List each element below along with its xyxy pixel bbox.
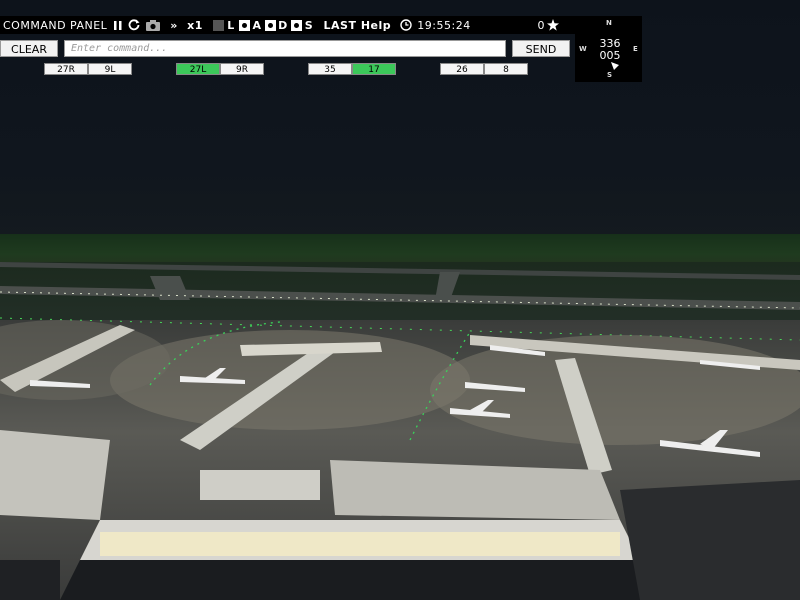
compass-widget[interactable]: N W E S 336 005 (575, 16, 642, 82)
speed-multiplier[interactable]: x1 (185, 16, 205, 34)
star-icon (545, 16, 561, 34)
layer-box-icon[interactable] (211, 16, 225, 34)
runway-8[interactable]: 8 (484, 63, 528, 75)
camera-icon[interactable] (143, 16, 163, 34)
fast-forward-icon[interactable]: » (163, 16, 185, 34)
compass-heading: 336 005 (595, 38, 625, 62)
runway-9r[interactable]: 9R (220, 63, 264, 75)
compass-east: E (633, 45, 638, 53)
command-input[interactable] (64, 40, 506, 57)
compass-north: N (606, 19, 612, 27)
terminal-roof (330, 460, 620, 520)
runway-selector: 27R 9L 27L 9R 35 17 26 8 (0, 63, 575, 75)
toggle-d[interactable]: D (277, 16, 289, 34)
toggle-l[interactable]: L (225, 16, 237, 34)
terminal-right-block (620, 480, 800, 600)
taxiway-strip (0, 262, 800, 280)
runway-strip (0, 286, 800, 310)
toggle-s-icon[interactable] (289, 16, 303, 34)
runway-26[interactable]: 26 (440, 63, 484, 75)
toggle-d-icon[interactable] (263, 16, 277, 34)
restart-icon[interactable] (125, 16, 143, 34)
clock-icon (397, 16, 415, 34)
airport-3d-view[interactable] (0, 0, 800, 600)
command-panel-topbar: COMMAND PANEL » x1 L A D S LAST Help 19:… (0, 16, 642, 34)
compass-south: S (607, 71, 613, 79)
runway-9l[interactable]: 9L (88, 63, 132, 75)
pause-icon[interactable] (111, 16, 125, 34)
runway-17[interactable]: 17 (352, 63, 396, 75)
help-button[interactable]: Help (359, 16, 393, 34)
ground-shadow (0, 560, 60, 600)
heading-bottom: 005 (599, 49, 621, 62)
compass-needle-icon (611, 62, 619, 70)
panel-title: COMMAND PANEL (3, 18, 108, 32)
score-value: 0 (537, 18, 545, 32)
clear-button[interactable]: CLEAR (0, 40, 58, 57)
runway-35[interactable]: 35 (308, 63, 352, 75)
terminal-left-block (0, 430, 110, 520)
airport-scene-graphics (0, 262, 800, 600)
terminal-mid-block (200, 470, 320, 500)
compass-west: W (579, 45, 587, 53)
toggle-a[interactable]: A (251, 16, 263, 34)
runway-27r[interactable]: 27R (44, 63, 88, 75)
terminal-windows (100, 532, 620, 556)
last-button[interactable]: LAST (321, 16, 359, 34)
toggle-a-icon[interactable] (237, 16, 251, 34)
runway-27l[interactable]: 27L (176, 63, 220, 75)
command-row: CLEAR SEND (0, 40, 575, 58)
terminal-facade (60, 560, 650, 600)
toggle-s[interactable]: S (303, 16, 315, 34)
sim-clock: 19:55:24 (417, 18, 471, 32)
send-button[interactable]: SEND (512, 40, 570, 57)
